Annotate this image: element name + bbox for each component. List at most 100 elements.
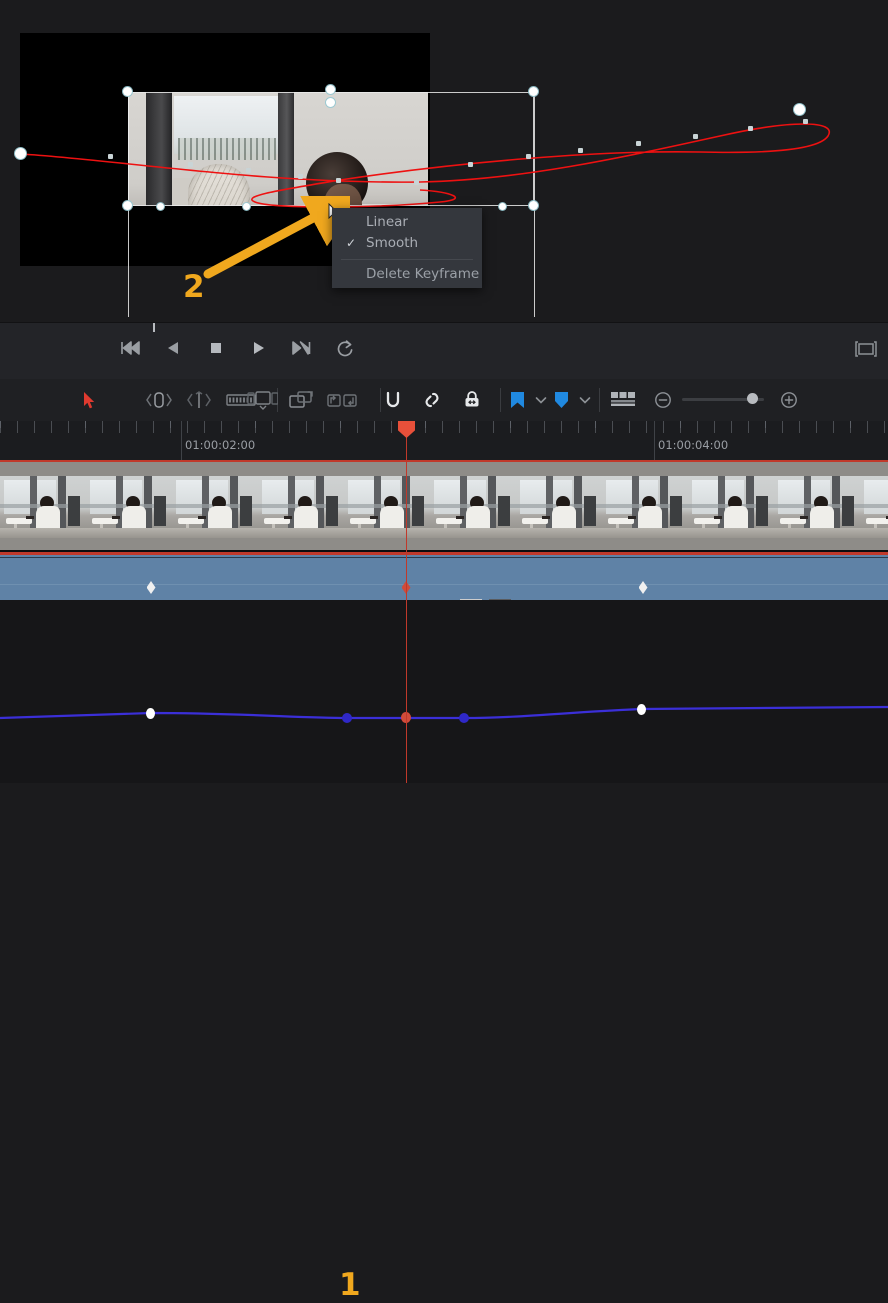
path-keyframe-end[interactable] [794,104,805,115]
curve-point[interactable] [146,708,155,719]
auto-align-tool[interactable] [382,388,404,412]
timecode-label: 01:00:02:00 [185,438,256,452]
zoom-slider-knob[interactable] [747,393,758,404]
path-tick [748,126,753,131]
path-tick [246,168,251,173]
toolbar-separator [599,388,600,412]
keyframe-track-divider [0,557,888,558]
timeline-view-options-button[interactable] [610,388,636,412]
ruler-marker-line [181,421,182,460]
video-track-v1[interactable] [0,460,888,552]
filmstrip-thumbnail [860,462,888,550]
selection-tool[interactable] [82,388,98,412]
stop-button[interactable] [205,337,227,359]
menu-item-label: Smooth [366,235,419,251]
filmstrip-thumbnail [258,462,344,550]
path-tick [468,162,473,167]
path-tick [298,174,303,179]
handle-inner-right[interactable] [499,203,506,210]
handle-top-right[interactable] [529,87,538,96]
fit-to-window-button[interactable] [854,339,878,359]
keyframe-marker[interactable] [146,581,156,594]
menu-item-linear[interactable]: Linear [332,212,482,233]
loop-button[interactable] [334,337,356,359]
ruler-marker-line [654,421,655,460]
clip-filmstrip [0,462,888,550]
handle-inner-top[interactable] [326,98,335,107]
zoom-in-button[interactable] [779,388,799,412]
playhead[interactable] [398,421,415,783]
toolbar-separator [500,388,501,412]
path-tick [188,162,193,167]
path-tick [526,154,531,159]
path-tick [108,154,113,159]
flag-dropdown[interactable] [533,388,549,412]
filmstrip-thumbnail [172,462,258,550]
menu-item-label: Delete Keyframe [366,266,480,282]
viewer-position-marker [153,323,155,332]
timecode-label: 01:00:04:00 [658,438,729,452]
curve-handle-left[interactable] [342,713,352,723]
timecode-ruler[interactable]: 01:00:02:00 01:00:04:00 [0,421,888,460]
marker-dropdown[interactable] [577,388,593,412]
play-reverse-button[interactable] [162,337,184,359]
handle-mid-left[interactable] [123,201,132,210]
position-lock-tool[interactable] [326,388,358,412]
trim-edit-tool[interactable] [144,388,174,412]
zoom-slider[interactable] [682,393,764,404]
jump-to-start-button[interactable] [119,337,141,359]
zoom-out-button[interactable] [653,388,673,412]
transport-bar [0,322,888,380]
filmstrip-thumbnail [602,462,688,550]
handle-mid-right[interactable] [529,201,538,210]
handle-top-center[interactable] [326,85,335,94]
curve-path [0,705,888,720]
keyframe-row-divider [0,584,888,585]
menu-item-label: Linear [366,214,408,230]
program-viewer[interactable]: 2 Linear ✓ Smooth Delete Keyframe [0,0,888,320]
check-icon: ✓ [346,236,357,250]
path-tick [336,178,341,183]
path-tick [636,141,641,146]
keyframe-track[interactable] [0,552,888,600]
dynamic-trim-tool[interactable] [184,388,214,412]
annotation-number-1: 1 [339,1267,361,1303]
path-keyframe-start[interactable] [15,148,26,159]
marker-button[interactable] [553,388,570,412]
filmstrip-thumbnail [86,462,172,550]
menu-item-smooth[interactable]: ✓ Smooth [332,233,482,254]
toolbar-separator [380,388,381,412]
keyframe-interpolation-menu[interactable]: Linear ✓ Smooth Delete Keyframe [332,208,482,288]
path-tick [693,134,698,139]
curve-handle-right[interactable] [459,713,469,723]
annotation-number-2: 2 [183,269,205,305]
keyframe-curve-editor[interactable]: 1 [0,600,888,1301]
linked-selection-tool[interactable] [421,388,443,412]
keyframe-track-border-top [0,552,888,555]
menu-item-delete-keyframe[interactable]: Delete Keyframe [332,264,482,285]
position-lock-track[interactable] [461,388,483,412]
play-forward-button[interactable] [248,337,270,359]
path-tick [578,148,583,153]
keyframe-marker[interactable] [638,581,648,594]
filmstrip-thumbnail [0,462,86,550]
flag-clip-tool[interactable] [288,388,316,412]
menu-separator [341,259,473,260]
curve-point[interactable] [637,704,646,715]
handle-inner-left[interactable] [157,203,164,210]
filmstrip-thumbnail [774,462,860,550]
jump-to-end-button[interactable] [291,337,313,359]
snapping-tool[interactable] [246,388,278,412]
filmstrip-thumbnail [344,462,430,550]
path-tick [414,180,419,185]
path-tick [803,119,808,124]
davinci-resolve-window: 2 Linear ✓ Smooth Delete Keyframe 01:00:… [0,0,888,1301]
flag-button[interactable] [509,388,526,412]
filmstrip-thumbnail [516,462,602,550]
transport-controls [119,337,356,359]
filmstrip-thumbnail [688,462,774,550]
filmstrip-thumbnail [430,462,516,550]
handle-top-left[interactable] [123,87,132,96]
transform-bounding-box[interactable] [128,92,534,206]
ruler-major-ticks [0,421,888,428]
